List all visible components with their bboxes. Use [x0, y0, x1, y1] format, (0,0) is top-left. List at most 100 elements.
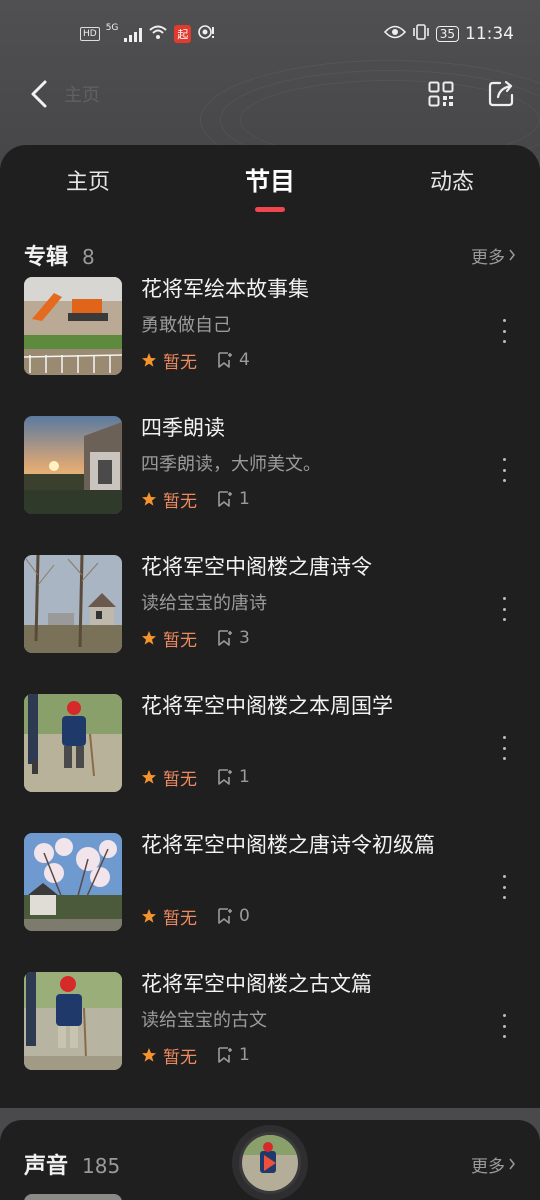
track-count-value: 1 — [239, 1045, 250, 1065]
battery-icon: 35 — [435, 26, 459, 42]
album-info: 花将军空中阁楼之古文篇 读给宝宝的古文 暂无 1 — [141, 970, 481, 1068]
playlist-icon — [218, 769, 232, 785]
score-text: 暂无 — [163, 491, 197, 512]
playlist-icon — [218, 491, 232, 507]
track-count-value: 3 — [239, 628, 250, 648]
app-notification-badge: 起 — [174, 25, 192, 43]
tab-bar: 主页 节目 动态 — [0, 145, 540, 215]
album-cover — [24, 694, 122, 792]
vibrate-icon — [412, 23, 430, 46]
playlist-icon — [218, 352, 232, 368]
album-info: 花将军空中阁楼之唐诗令初级篇 暂无 0 — [141, 831, 481, 929]
more-options-icon[interactable] — [498, 736, 510, 760]
hd-badge: HD — [80, 27, 100, 41]
eye-comfort-icon — [383, 24, 406, 44]
more-options-icon[interactable] — [498, 319, 510, 343]
score-text: 暂无 — [163, 769, 197, 790]
qrcode-button[interactable] — [426, 79, 456, 109]
more-options-icon[interactable] — [498, 875, 510, 899]
track-count: 1 — [217, 1045, 250, 1065]
album-list: 花将军绘本故事集 勇敢做自己 暂无 4 四季朗读 四季朗读，大师美文。 暂无 1… — [0, 275, 540, 1109]
album-desc — [141, 870, 481, 894]
album-cover — [24, 555, 122, 653]
album-desc: 读给宝宝的古文 — [141, 1010, 267, 1031]
star-icon — [142, 353, 156, 367]
playlist-icon — [218, 908, 232, 924]
album-cover — [24, 833, 122, 931]
album-item[interactable]: 花将军空中阁楼之唐诗令 读给宝宝的唐诗 暂无 3 — [24, 553, 516, 692]
more-label: 更多 — [471, 1156, 505, 1177]
album-meta: 暂无 4 — [141, 348, 481, 373]
nav-left: 主页 — [24, 79, 100, 109]
track-count-value: 1 — [239, 767, 250, 787]
section-count: 185 — [82, 1154, 121, 1178]
albums-more-link[interactable]: 更多 — [471, 243, 516, 268]
album-title: 花将军空中阁楼之古文篇 — [141, 972, 372, 996]
album-item[interactable]: 花将军空中阁楼之古文篇 读给宝宝的古文 暂无 1 — [24, 970, 516, 1109]
track-count: 3 — [217, 628, 250, 648]
more-options-icon[interactable] — [498, 1014, 510, 1038]
share-button[interactable] — [486, 79, 516, 109]
albums-section-title: 专辑 8 — [24, 239, 95, 271]
album-info: 花将军绘本故事集 勇敢做自己 暂无 4 — [141, 275, 481, 373]
album-item[interactable]: 花将军空中阁楼之唐诗令初级篇 暂无 0 — [24, 831, 516, 970]
more-options-icon[interactable] — [498, 458, 510, 482]
sound-cover — [24, 1194, 122, 1200]
sounds-more-link[interactable]: 更多 — [471, 1152, 516, 1177]
track-count-value: 0 — [239, 906, 250, 926]
track-count: 1 — [217, 767, 250, 787]
album-score: 暂无 — [141, 348, 197, 373]
status-bar: HD 5G 起 35 11:34 — [0, 0, 540, 68]
sounds-section-title: 声音 185 — [24, 1148, 120, 1180]
chevron-right-icon — [509, 249, 515, 261]
tab-moments[interactable]: 动态 — [430, 164, 474, 196]
album-info: 花将军空中阁楼之唐诗令 读给宝宝的唐诗 暂无 3 — [141, 553, 481, 651]
score-text: 暂无 — [163, 630, 197, 651]
signal-icon — [124, 26, 143, 42]
clock: 11:34 — [465, 24, 514, 44]
star-icon — [142, 770, 156, 784]
album-cover — [24, 416, 122, 514]
star-icon — [142, 631, 156, 645]
chevron-right-icon — [509, 1158, 515, 1170]
star-icon — [142, 909, 156, 923]
album-meta: 暂无 1 — [141, 1043, 481, 1068]
album-item[interactable]: 四季朗读 四季朗读，大师美文。 暂无 1 — [24, 414, 516, 553]
share-icon — [488, 80, 514, 107]
album-title: 花将军绘本故事集 — [141, 277, 309, 301]
more-options-icon[interactable] — [498, 597, 510, 621]
nav-title: 主页 — [64, 85, 100, 106]
star-icon — [142, 1048, 156, 1062]
score-text: 暂无 — [163, 908, 197, 929]
album-item[interactable]: 花将军绘本故事集 勇敢做自己 暂无 4 — [24, 275, 516, 414]
status-right: 35 11:34 — [383, 23, 514, 46]
network-type: 5G — [105, 23, 119, 33]
albums-section-header: 专辑 8 更多 — [0, 235, 540, 275]
section-name: 声音 — [24, 1154, 69, 1179]
player-cover — [239, 1132, 301, 1194]
tab-programs[interactable]: 节目 — [245, 162, 295, 198]
qrcode-icon — [428, 81, 454, 107]
playlist-icon — [218, 1047, 232, 1063]
album-item[interactable]: 花将军空中阁楼之本周国学 暂无 1 — [24, 692, 516, 831]
mini-player[interactable] — [232, 1125, 308, 1200]
album-cover — [24, 277, 122, 375]
nav-bar: 主页 — [0, 68, 540, 120]
playlist-icon — [218, 630, 232, 646]
chevron-left-icon — [31, 80, 47, 108]
album-score: 暂无 — [141, 904, 197, 929]
nav-actions — [426, 79, 516, 109]
section-name: 专辑 — [24, 245, 69, 270]
album-cover — [24, 972, 122, 1070]
tab-home[interactable]: 主页 — [66, 164, 110, 196]
album-score: 暂无 — [141, 1043, 197, 1068]
album-title: 四季朗读 — [141, 416, 225, 440]
score-text: 暂无 — [163, 1047, 197, 1068]
album-desc: 勇敢做自己 — [141, 315, 231, 336]
album-info: 花将军空中阁楼之本周国学 暂无 1 — [141, 692, 481, 790]
section-count: 8 — [82, 245, 95, 269]
track-count: 4 — [217, 350, 250, 370]
track-count: 1 — [217, 489, 250, 509]
album-meta: 暂无 1 — [141, 765, 481, 790]
back-button[interactable] — [24, 79, 54, 109]
